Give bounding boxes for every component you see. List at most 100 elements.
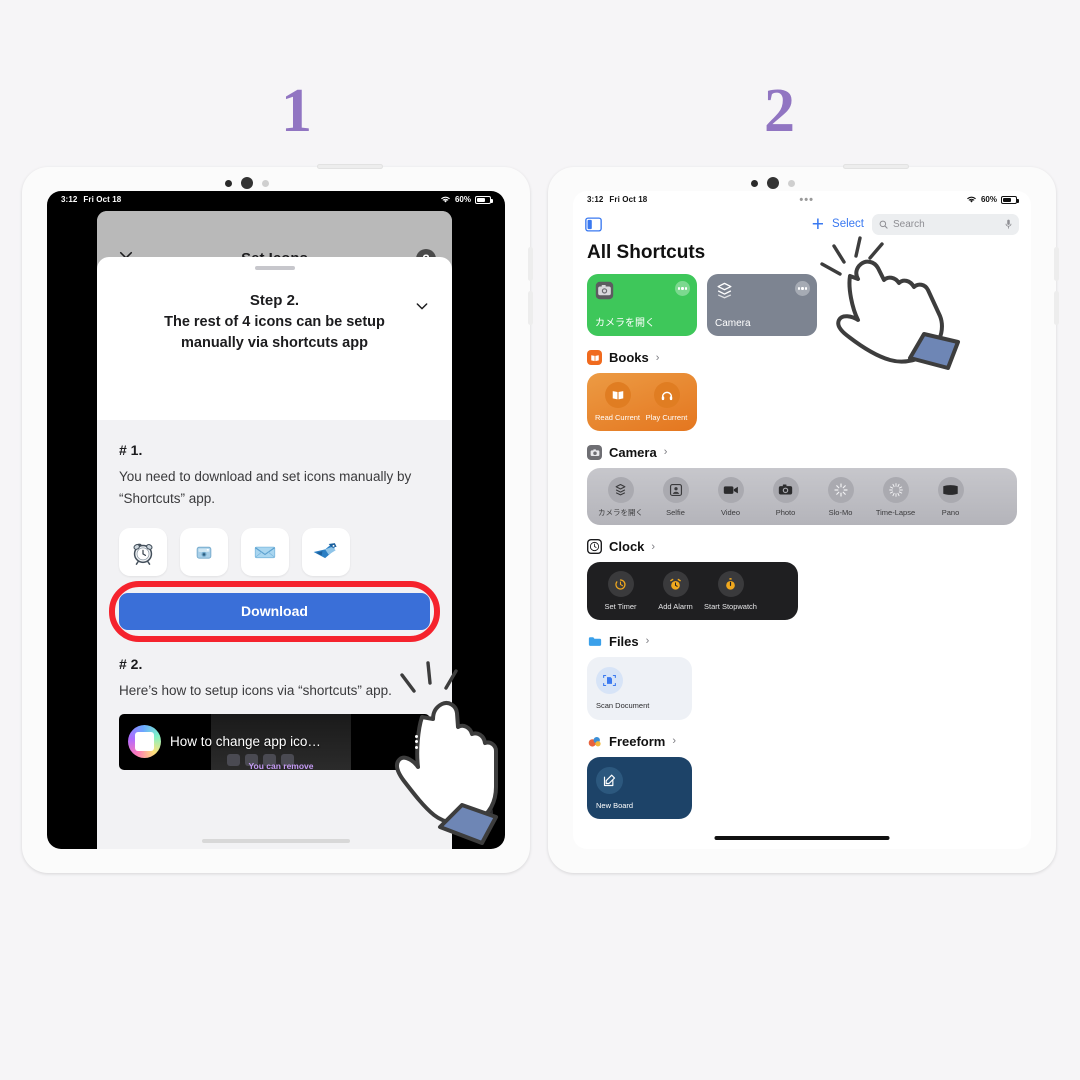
clock-app-icon — [587, 539, 602, 555]
download-button[interactable]: Download — [119, 592, 430, 630]
alarm-clock-icon[interactable] — [119, 527, 167, 576]
panorama-icon — [937, 476, 964, 503]
volume-down-button-left[interactable] — [528, 291, 533, 325]
shortcut-item[interactable]: カメラを開く — [593, 476, 648, 518]
add-shortcut-button[interactable]: + — [812, 214, 824, 235]
group-panel-books: Read Current Play Current — [587, 373, 697, 431]
card-label: カメラを開く — [595, 318, 655, 329]
battery-percent: 60% — [980, 195, 997, 204]
mail-envelope-icon[interactable] — [241, 527, 289, 576]
screen-left: 3:12 Fri Oct 18 60% Set Icons ? — [47, 191, 505, 849]
alarm-icon — [662, 571, 689, 598]
collapse-arrows-icon[interactable] — [465, 799, 493, 827]
group-panel-freeform[interactable]: New Board — [587, 756, 692, 820]
home-indicator-right — [714, 836, 890, 840]
item-label: Slo-Mo — [828, 507, 853, 517]
files-folder-icon — [587, 634, 602, 649]
status-time: 3:12 — [61, 195, 78, 204]
shortcuts-layers-icon — [717, 282, 732, 299]
photo-camera-icon — [772, 476, 799, 503]
video-embed-card[interactable]: You can remove How to change app ico… — [119, 713, 430, 770]
microphone-icon[interactable] — [1005, 219, 1012, 229]
timer-icon — [607, 571, 634, 598]
chevron-right-icon: › — [655, 351, 660, 364]
volume-up-button-right[interactable] — [1054, 247, 1059, 281]
front-camera-icon — [241, 177, 253, 189]
section-label: Camera — [609, 444, 657, 460]
front-sensors-left — [225, 177, 269, 189]
shortcut-item[interactable]: Photo — [758, 476, 813, 518]
headphones-icon — [653, 382, 680, 408]
battery-icon — [1001, 195, 1019, 204]
shortcut-item[interactable]: Pano — [923, 476, 978, 518]
books-app-icon — [587, 350, 602, 365]
section-label: Books — [609, 350, 649, 365]
section-header-clock[interactable]: Clock › — [587, 539, 1017, 555]
shortcut-card-camera[interactable]: Camera — [707, 274, 817, 336]
group-panel-clock: Set Timer Add Alarm Start Stopwatch — [587, 562, 798, 620]
chevron-down-icon[interactable] — [414, 298, 430, 314]
instant-camera-icon[interactable] — [180, 527, 228, 576]
shortcut-item[interactable]: Start Stopwatch — [703, 571, 758, 612]
group-panel-camera: カメラを開く Selfie Video Photo Slo-Mo Time-La… — [587, 467, 1017, 526]
status-time: 3:12 — [587, 195, 604, 204]
section-header-files[interactable]: Files › — [587, 634, 1017, 649]
shortcut-item[interactable]: Add Alarm — [648, 571, 703, 612]
shortcut-item[interactable]: Slo-Mo — [813, 476, 868, 518]
camera-app-icon — [587, 444, 602, 460]
search-input[interactable]: Search — [872, 213, 1019, 235]
sensor-dot-icon — [225, 179, 232, 187]
search-icon — [879, 220, 888, 229]
chevron-right-icon: › — [672, 735, 677, 748]
card-more-icon[interactable] — [675, 281, 690, 296]
icon-preview-row — [119, 527, 430, 576]
front-sensors-right — [751, 177, 795, 189]
download-button-wrap: Download — [109, 580, 440, 642]
power-button-left[interactable] — [317, 164, 383, 169]
section-header-freeform[interactable]: Freeform › — [587, 734, 1017, 749]
shortcut-card-camera-jp[interactable]: カメラを開く — [587, 274, 697, 336]
item-label: Pano — [941, 507, 960, 517]
kebab-menu-icon[interactable] — [415, 732, 418, 751]
tablet-device-left: 3:12 Fri Oct 18 60% Set Icons ? — [22, 164, 533, 873]
section-label: Freeform — [609, 733, 666, 749]
item-label: Add Alarm — [658, 602, 693, 612]
card-more-icon[interactable] — [795, 281, 810, 296]
section-header-books[interactable]: Books › — [587, 350, 1017, 365]
section-label: Files — [609, 633, 639, 649]
indicator-dot-icon — [262, 179, 269, 187]
step-number-1: 1 — [281, 77, 312, 145]
freeform-app-icon — [587, 734, 602, 749]
shortcuts-content[interactable]: All Shortcuts カメラを開く Camera Books › Read… — [573, 240, 1031, 849]
volume-down-button-right[interactable] — [1054, 291, 1059, 325]
shortcuts-toolbar: + Select Search — [573, 208, 1031, 240]
stopwatch-icon — [717, 571, 744, 598]
shortcut-item[interactable]: Play Current — [642, 382, 691, 423]
section-header-camera[interactable]: Camera › — [587, 444, 1017, 460]
section-2-tag: # 2. — [119, 655, 143, 672]
search-placeholder: Search — [893, 218, 925, 230]
step-title: Step 2. — [249, 292, 300, 309]
timelapse-icon — [882, 476, 909, 503]
status-date: Fri Oct 18 — [609, 195, 648, 204]
section-2-block: # 2. Here’s how to setup icons via “shor… — [119, 656, 430, 702]
sidebar-toggle-icon[interactable] — [585, 216, 602, 232]
item-label: Selfie — [666, 507, 685, 517]
page-title: All Shortcuts — [587, 242, 706, 263]
item-label: Scan Document — [596, 700, 650, 710]
front-camera-icon — [767, 177, 779, 189]
shortcut-item[interactable]: Set Timer — [593, 571, 648, 612]
sensor-dot-icon — [751, 179, 758, 187]
volume-up-button-left[interactable] — [528, 247, 533, 281]
shortcut-item[interactable]: Time-Lapse — [868, 476, 923, 518]
sheet-body-scroll[interactable]: # 1. You need to download and set icons … — [97, 420, 452, 849]
shortcut-item[interactable]: Video — [703, 476, 758, 518]
shortcut-item[interactable]: Selfie — [648, 476, 703, 518]
group-panel-files[interactable]: Scan Document — [587, 656, 692, 720]
video-camera-icon — [717, 476, 744, 503]
multitask-dots-icon[interactable]: ••• — [799, 194, 814, 206]
power-button-right[interactable] — [843, 164, 909, 169]
shortcut-item[interactable]: Read Current — [593, 382, 642, 423]
blue-bird-icon[interactable] — [302, 527, 350, 576]
select-button[interactable]: Select — [832, 218, 864, 230]
